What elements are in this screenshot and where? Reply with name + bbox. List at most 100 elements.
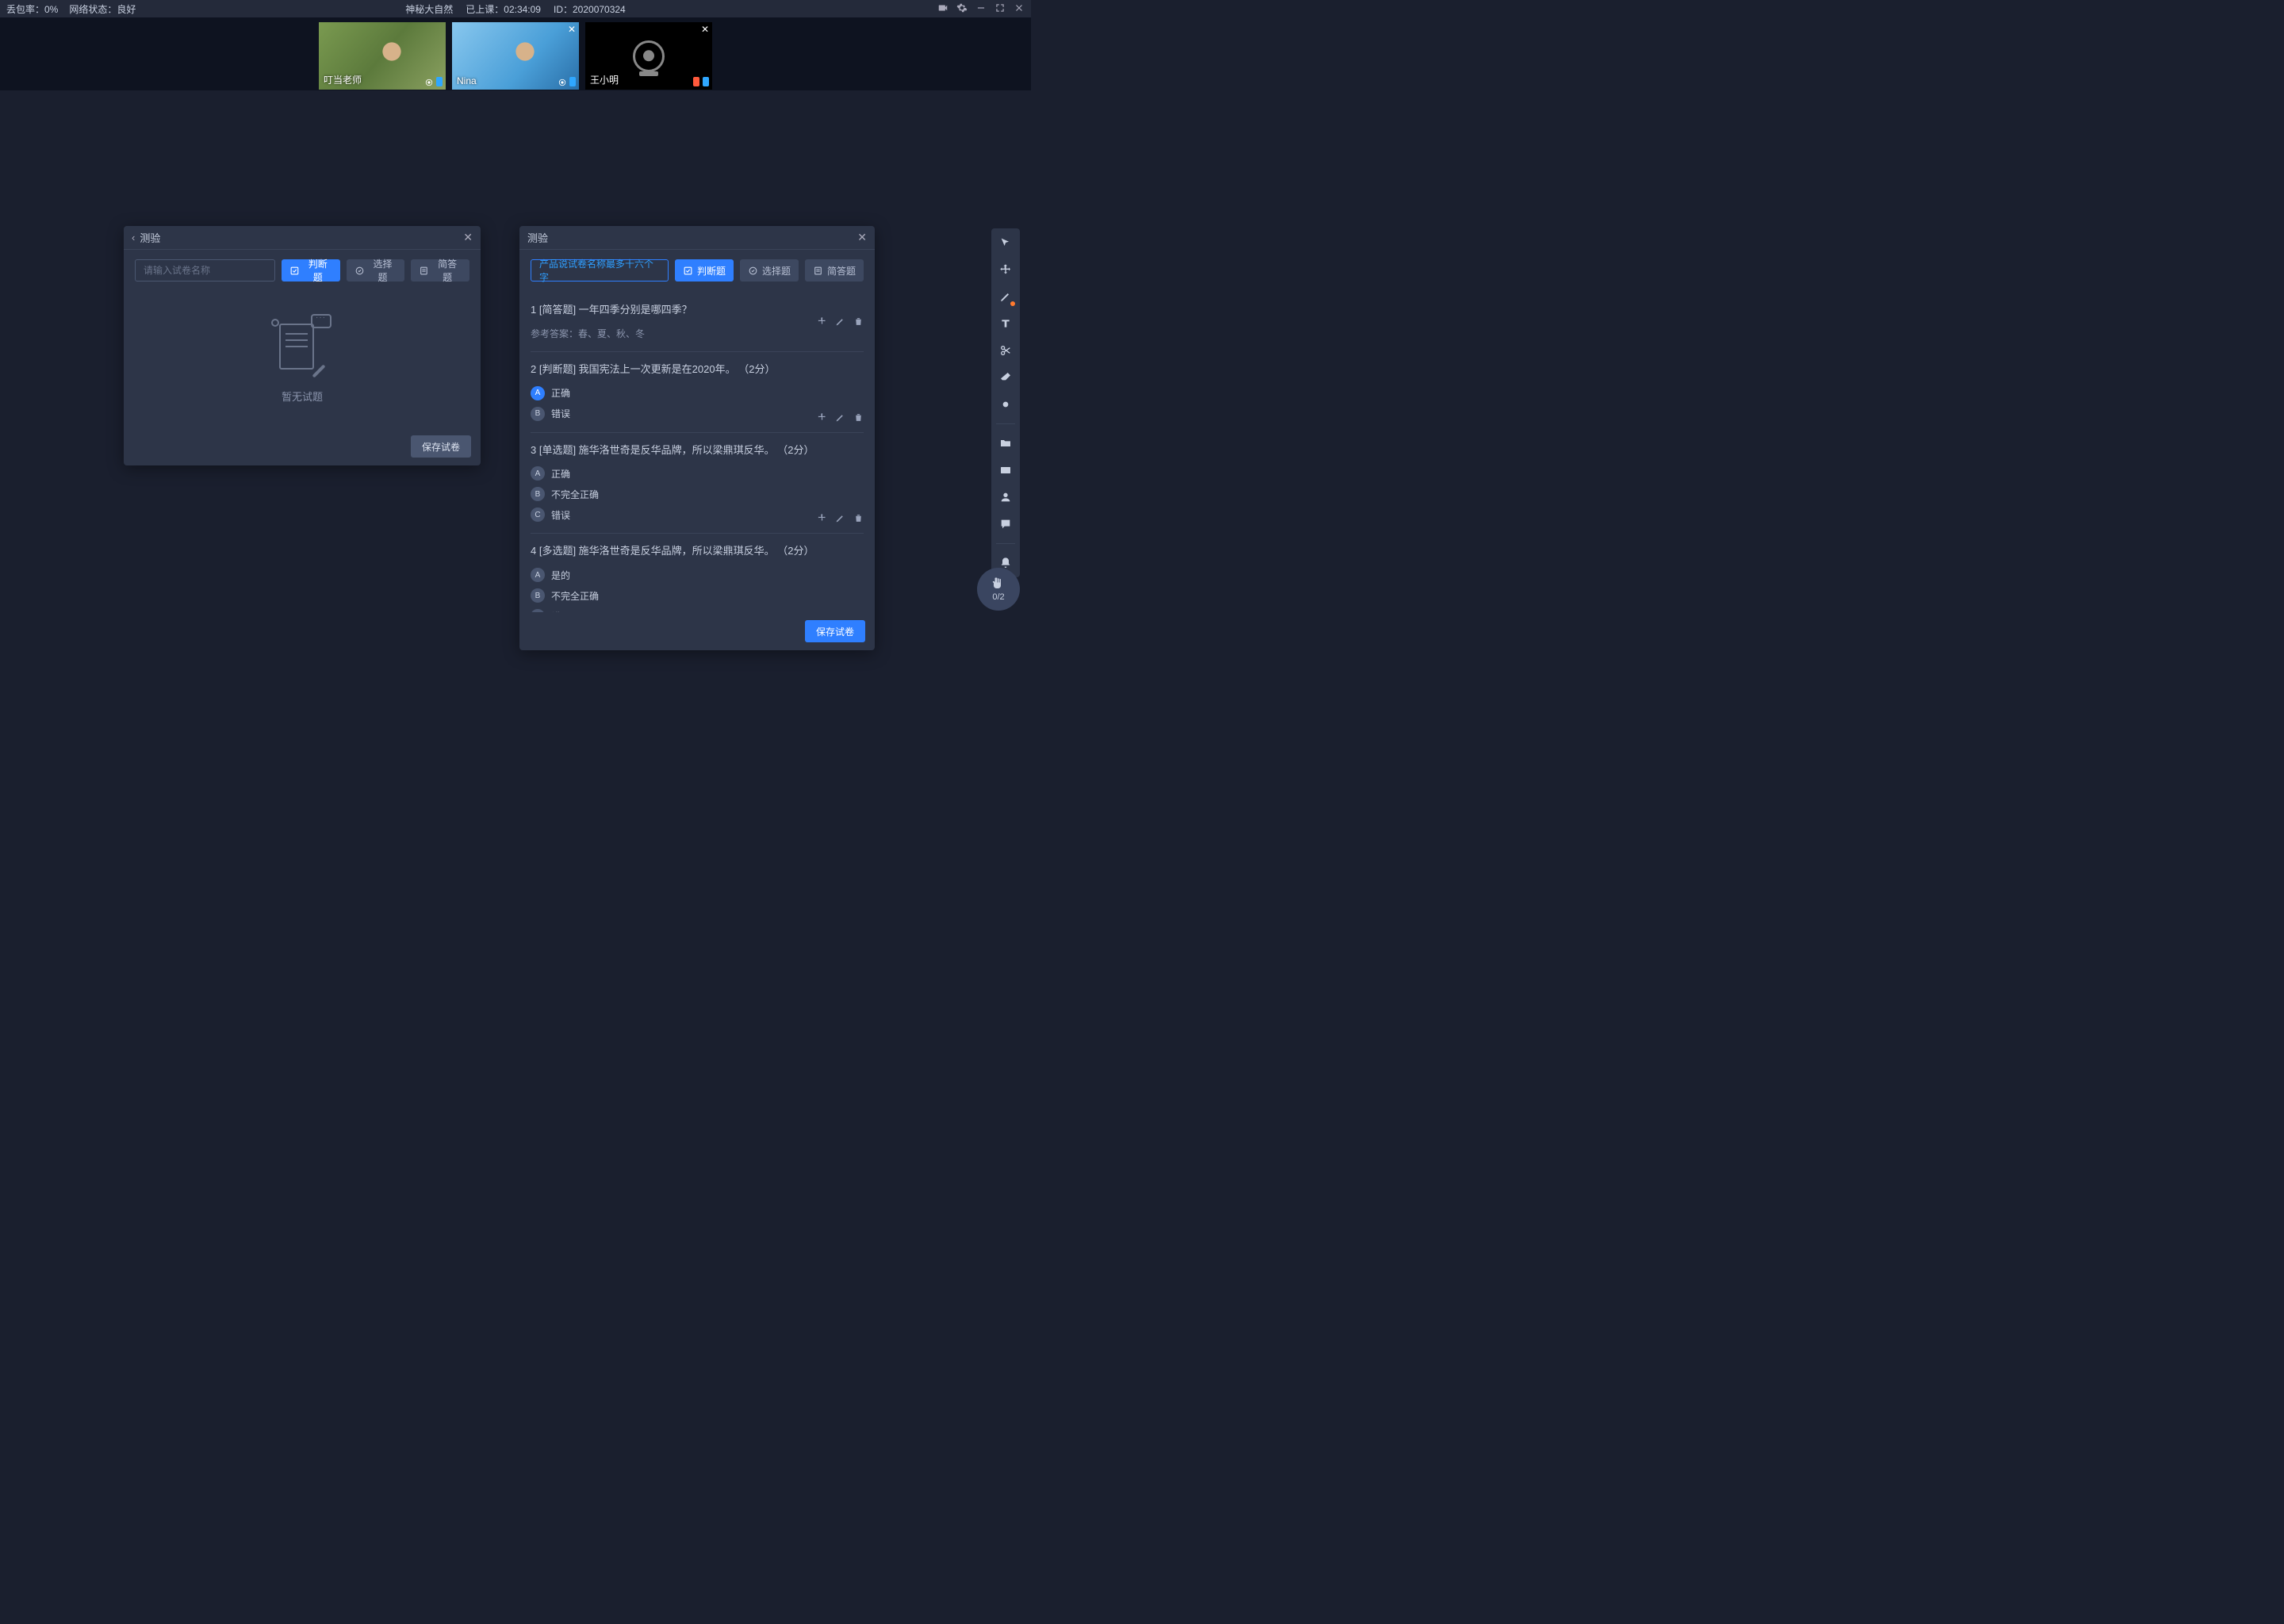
close-icon[interactable]: ✕ <box>463 231 473 244</box>
elapsed-time-label: 已上课：02:34:09 <box>466 2 541 16</box>
text-tool-icon[interactable] <box>998 316 1014 331</box>
quiz-toolbar: 判断题 选择题 简答题 <box>124 250 481 289</box>
hand-raise-badge[interactable]: 0/2 <box>977 568 1020 611</box>
move-icon[interactable] <box>817 316 827 327</box>
video-tile-student[interactable]: ✕ Nina <box>452 22 579 90</box>
option-label: 不完全正确 <box>551 488 599 501</box>
settings-icon[interactable] <box>956 2 968 16</box>
close-icon[interactable]: ✕ <box>857 231 867 244</box>
delete-icon[interactable] <box>853 316 864 327</box>
question-list[interactable]: 1 [简答题] 一年四季分别是哪四季？ 参考答案：春、夏、秋、冬 2 [判断题] … <box>519 289 875 612</box>
option-row[interactable]: A是的 <box>531 568 864 582</box>
add-choice-question-button[interactable]: 选择题 <box>740 259 799 282</box>
edit-icon[interactable] <box>835 412 845 423</box>
option-row[interactable]: A正确 <box>531 466 864 481</box>
participant-name: 叮当老师 <box>324 73 362 86</box>
remove-participant-icon[interactable]: ✕ <box>701 24 709 35</box>
mic-muted-icon <box>693 77 699 86</box>
network-status-label: 网络状态：良好 <box>69 2 136 16</box>
move-icon[interactable] <box>817 412 827 423</box>
whiteboard-toolbar <box>991 228 1020 577</box>
courseware-icon[interactable] <box>998 462 1014 478</box>
option-row[interactable]: B 错误 <box>531 407 864 421</box>
folder-icon[interactable] <box>998 435 1014 451</box>
question-item: 3 [单选题] 施华洛世奇是反华品牌，所以梁鼎琪反华。 （2分） A正确 B 不完全正… <box>531 433 864 534</box>
panel-title: 测验 <box>140 230 160 245</box>
option-label: 错误 <box>551 610 570 612</box>
question-title: 1 [简答题] 一年四季分别是哪四季？ <box>531 302 864 319</box>
move-tool-icon[interactable] <box>998 262 1014 278</box>
session-id-label: ID：2020070324 <box>554 2 626 16</box>
edit-icon[interactable] <box>835 513 845 523</box>
option-label: 错误 <box>551 407 570 420</box>
panel-header: 测验 ✕ <box>519 226 875 250</box>
remove-participant-icon[interactable]: ✕ <box>568 24 576 35</box>
option-label: 错误 <box>551 508 570 522</box>
option-row[interactable]: B 不完全正确 <box>531 487 864 501</box>
quiz-name-display[interactable]: 产品说试卷名称最多十六个字 <box>531 259 669 282</box>
add-judge-question-button[interactable]: 判断题 <box>282 259 340 282</box>
back-icon[interactable]: ‹ <box>132 232 135 243</box>
save-quiz-button[interactable]: 保存试卷 <box>805 620 865 642</box>
empty-questions-state: 暂无试题 <box>124 289 481 427</box>
chat-icon[interactable] <box>998 516 1014 532</box>
mic-on-icon <box>569 77 576 86</box>
delete-icon[interactable] <box>853 412 864 423</box>
empty-document-icon <box>274 314 330 377</box>
option-letter: B <box>531 407 545 421</box>
eraser-tool-icon[interactable] <box>998 370 1014 385</box>
question-options: A正确 B 不完全正确 C错误 <box>531 466 864 522</box>
color-tool-icon[interactable] <box>998 396 1014 412</box>
mic-on-icon <box>436 77 443 86</box>
edit-icon[interactable] <box>835 316 845 327</box>
option-label: 正确 <box>551 467 570 481</box>
camera-toggle-icon[interactable] <box>937 2 948 16</box>
option-label: 不完全正确 <box>551 589 599 603</box>
question-title: 2 [判断题] 我国宪法上一次更新是在2020年。 （2分） <box>531 362 864 378</box>
panel-title: 测验 <box>527 230 548 245</box>
question-item: 1 [简答题] 一年四季分别是哪四季？ 参考答案：春、夏、秋、冬 <box>531 293 864 352</box>
reference-answer: 参考答案：春、夏、秋、冬 <box>531 327 864 340</box>
question-actions <box>817 316 864 327</box>
audio-level-icon <box>703 77 709 86</box>
question-options: A正确 B 错误 <box>531 386 864 421</box>
delete-icon[interactable] <box>853 513 864 523</box>
option-row[interactable]: B 不完全正确 <box>531 588 864 603</box>
add-short-answer-button[interactable]: 简答题 <box>411 259 469 282</box>
save-quiz-button[interactable]: 保存试卷 <box>411 435 471 458</box>
fullscreen-icon[interactable] <box>994 2 1006 16</box>
question-title: 4 [多选题] 施华洛世奇是反华品牌，所以梁鼎琪反华。 （2分） <box>531 543 864 560</box>
move-icon[interactable] <box>817 513 827 523</box>
panel-header: ‹ 测验 ✕ <box>124 226 481 250</box>
add-choice-question-button[interactable]: 选择题 <box>347 259 405 282</box>
question-item: 4 [多选题] 施华洛世奇是反华品牌，所以梁鼎琪反华。 （2分） A是的 B 不完全正… <box>531 534 864 612</box>
participant-name: 王小明 <box>590 73 619 86</box>
camera-off-icon <box>633 40 665 72</box>
option-letter: B <box>531 487 545 501</box>
video-tile-teacher[interactable]: 叮当老师 <box>319 22 446 90</box>
participants-icon[interactable] <box>998 489 1014 505</box>
scissors-tool-icon[interactable] <box>998 343 1014 358</box>
add-judge-question-button[interactable]: 判断题 <box>675 259 734 282</box>
option-label: 是的 <box>551 569 570 582</box>
empty-text: 暂无试题 <box>282 389 323 404</box>
hand-icon <box>991 576 1006 591</box>
close-window-icon[interactable] <box>1014 2 1025 16</box>
option-letter: A <box>531 386 545 400</box>
hand-raise-count: 0/2 <box>992 592 1004 602</box>
option-letter: B <box>531 588 545 603</box>
add-short-answer-button[interactable]: 简答题 <box>805 259 864 282</box>
pen-tool-icon[interactable] <box>998 289 1014 304</box>
video-participants-strip: 叮当老师 ✕ Nina ✕ 王小明 <box>0 17 1031 90</box>
question-title: 3 [单选题] 施华洛世奇是反华品牌，所以梁鼎琪反华。 （2分） <box>531 442 864 459</box>
video-tile-student[interactable]: ✕ 王小明 <box>585 22 712 90</box>
av-indicators <box>558 77 576 86</box>
minimize-icon[interactable] <box>975 2 987 16</box>
option-row[interactable]: C错误 <box>531 508 864 522</box>
pointer-tool-icon[interactable] <box>998 235 1014 251</box>
participant-name: Nina <box>457 75 477 86</box>
option-row[interactable]: A正确 <box>531 386 864 400</box>
option-row[interactable]: C错误 <box>531 609 864 612</box>
top-status-bar: 丢包率：0% 网络状态：良好 神秘大自然 已上课：02:34:09 ID：202… <box>0 0 1031 17</box>
quiz-name-input[interactable] <box>135 259 275 282</box>
